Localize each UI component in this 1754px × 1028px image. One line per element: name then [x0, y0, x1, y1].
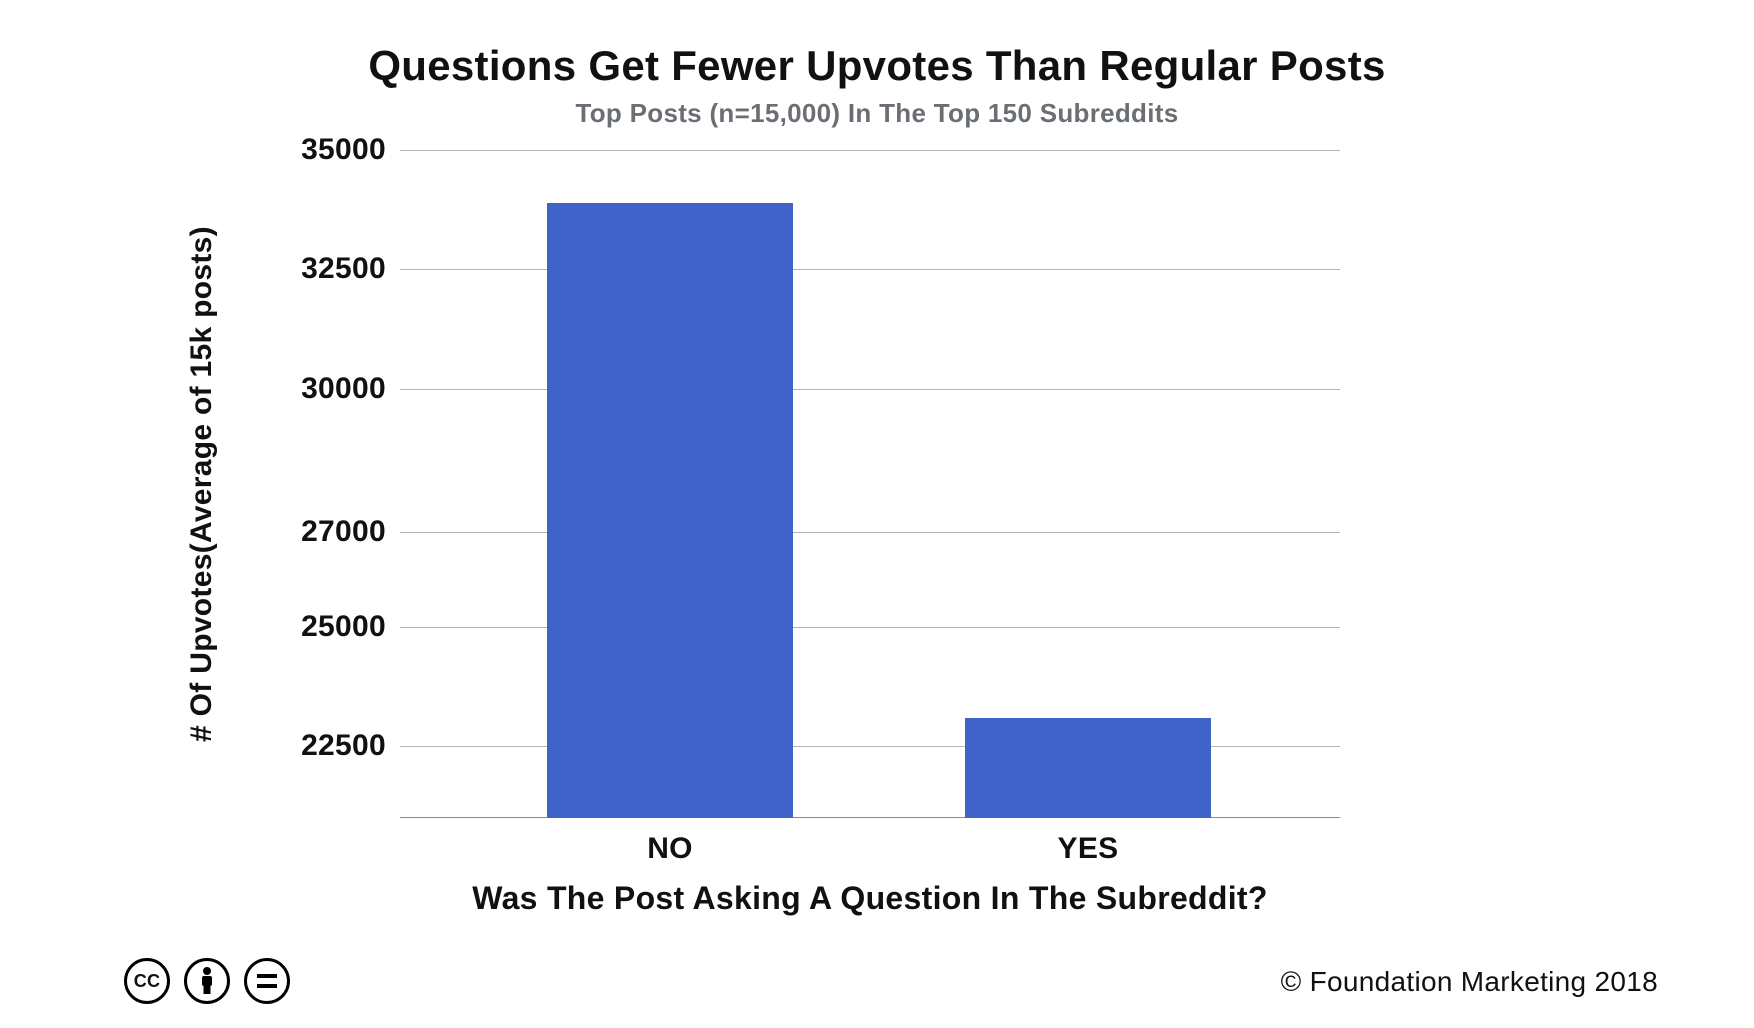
- y-tick-label: 22500: [301, 729, 386, 763]
- x-axis-label: Was The Post Asking A Question In The Su…: [400, 880, 1340, 917]
- category-label: NO: [647, 832, 693, 866]
- nd-icon: [244, 958, 290, 1004]
- y-axis-label: # Of Upvotes(Average of 15k posts): [185, 226, 219, 742]
- gridline: [400, 269, 1340, 270]
- gridline: [400, 627, 1340, 628]
- chart-title: Questions Get Fewer Upvotes Than Regular…: [0, 42, 1754, 90]
- plot-area: 225002500027000300003250035000NOYES: [400, 150, 1340, 818]
- bar-yes: [965, 718, 1211, 818]
- cc-badges: CC: [124, 958, 290, 1004]
- chart-subtitle: Top Posts (n=15,000) In The Top 150 Subr…: [0, 98, 1754, 129]
- cc-icon: CC: [124, 958, 170, 1004]
- y-tick-label: 27000: [301, 515, 386, 549]
- y-tick-label: 32500: [301, 252, 386, 286]
- chart-stage: Questions Get Fewer Upvotes Than Regular…: [0, 0, 1754, 1028]
- by-icon: [184, 958, 230, 1004]
- category-label: YES: [1058, 832, 1119, 866]
- gridline: [400, 532, 1340, 533]
- y-tick-label: 35000: [301, 133, 386, 167]
- gridline: [400, 150, 1340, 151]
- bar-no: [547, 203, 793, 819]
- y-tick-label: 25000: [301, 610, 386, 644]
- gridline: [400, 389, 1340, 390]
- y-tick-label: 30000: [301, 372, 386, 406]
- copyright-text: © Foundation Marketing 2018: [1281, 966, 1658, 998]
